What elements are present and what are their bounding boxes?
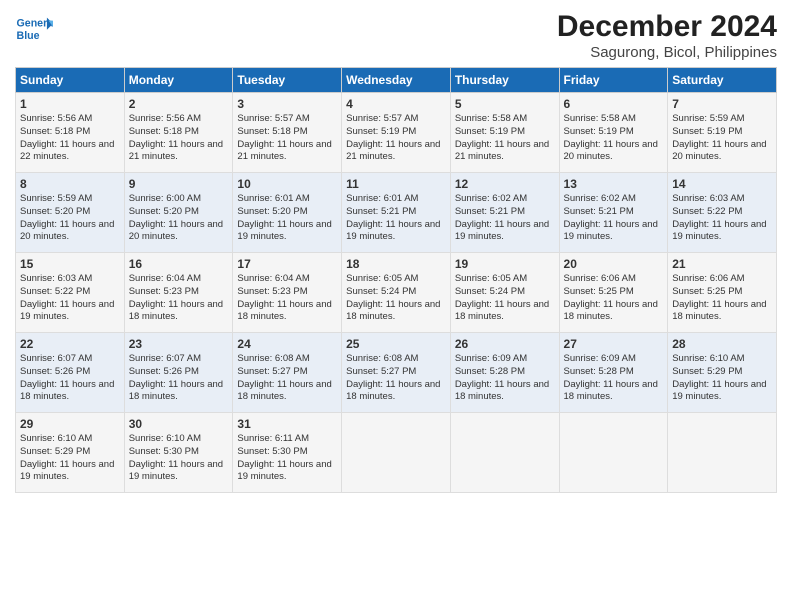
table-row: 28 Sunrise: 6:10 AM Sunset: 5:29 PM Dayl…: [668, 333, 777, 413]
calendar-table: Sunday Monday Tuesday Wednesday Thursday…: [15, 67, 777, 493]
table-row: 5 Sunrise: 5:58 AM Sunset: 5:19 PM Dayli…: [450, 93, 559, 173]
table-row: 6 Sunrise: 5:58 AM Sunset: 5:19 PM Dayli…: [559, 93, 668, 173]
col-monday: Monday: [124, 68, 233, 93]
table-row: 22 Sunrise: 6:07 AM Sunset: 5:26 PM Dayl…: [16, 333, 125, 413]
table-row: 13 Sunrise: 6:02 AM Sunset: 5:21 PM Dayl…: [559, 173, 668, 253]
col-wednesday: Wednesday: [342, 68, 451, 93]
logo: General Blue: [15, 10, 57, 48]
table-row: 29 Sunrise: 6:10 AM Sunset: 5:29 PM Dayl…: [16, 413, 125, 493]
header: General Blue December 2024 Sagurong, Bic…: [15, 10, 777, 61]
table-row: 18 Sunrise: 6:05 AM Sunset: 5:24 PM Dayl…: [342, 253, 451, 333]
table-row: 17 Sunrise: 6:04 AM Sunset: 5:23 PM Dayl…: [233, 253, 342, 333]
empty-cell: [559, 413, 668, 493]
table-row: 16 Sunrise: 6:04 AM Sunset: 5:23 PM Dayl…: [124, 253, 233, 333]
table-row: 15 Sunrise: 6:03 AM Sunset: 5:22 PM Dayl…: [16, 253, 125, 333]
title-area: December 2024 Sagurong, Bicol, Philippin…: [557, 10, 777, 61]
header-row: Sunday Monday Tuesday Wednesday Thursday…: [16, 68, 777, 93]
table-row: 12 Sunrise: 6:02 AM Sunset: 5:21 PM Dayl…: [450, 173, 559, 253]
table-row: 21 Sunrise: 6:06 AM Sunset: 5:25 PM Dayl…: [668, 253, 777, 333]
col-sunday: Sunday: [16, 68, 125, 93]
calendar-week: 8 Sunrise: 5:59 AM Sunset: 5:20 PM Dayli…: [16, 173, 777, 253]
table-row: 26 Sunrise: 6:09 AM Sunset: 5:28 PM Dayl…: [450, 333, 559, 413]
table-row: 24 Sunrise: 6:08 AM Sunset: 5:27 PM Dayl…: [233, 333, 342, 413]
table-row: 8 Sunrise: 5:59 AM Sunset: 5:20 PM Dayli…: [16, 173, 125, 253]
table-row: 31 Sunrise: 6:11 AM Sunset: 5:30 PM Dayl…: [233, 413, 342, 493]
col-friday: Friday: [559, 68, 668, 93]
col-tuesday: Tuesday: [233, 68, 342, 93]
logo-svg: General Blue: [15, 10, 53, 48]
main-title: December 2024: [557, 10, 777, 44]
table-row: 7 Sunrise: 5:59 AM Sunset: 5:19 PM Dayli…: [668, 93, 777, 173]
subtitle: Sagurong, Bicol, Philippines: [557, 44, 777, 61]
table-row: 27 Sunrise: 6:09 AM Sunset: 5:28 PM Dayl…: [559, 333, 668, 413]
table-row: 10 Sunrise: 6:01 AM Sunset: 5:20 PM Dayl…: [233, 173, 342, 253]
calendar-week: 1 Sunrise: 5:56 AM Sunset: 5:18 PM Dayli…: [16, 93, 777, 173]
table-row: 2 Sunrise: 5:56 AM Sunset: 5:18 PM Dayli…: [124, 93, 233, 173]
table-row: 30 Sunrise: 6:10 AM Sunset: 5:30 PM Dayl…: [124, 413, 233, 493]
table-row: 1 Sunrise: 5:56 AM Sunset: 5:18 PM Dayli…: [16, 93, 125, 173]
table-row: 9 Sunrise: 6:00 AM Sunset: 5:20 PM Dayli…: [124, 173, 233, 253]
svg-text:Blue: Blue: [17, 30, 40, 42]
empty-cell: [668, 413, 777, 493]
col-thursday: Thursday: [450, 68, 559, 93]
table-row: 3 Sunrise: 5:57 AM Sunset: 5:18 PM Dayli…: [233, 93, 342, 173]
table-row: 14 Sunrise: 6:03 AM Sunset: 5:22 PM Dayl…: [668, 173, 777, 253]
empty-cell: [450, 413, 559, 493]
table-row: 4 Sunrise: 5:57 AM Sunset: 5:19 PM Dayli…: [342, 93, 451, 173]
table-row: 23 Sunrise: 6:07 AM Sunset: 5:26 PM Dayl…: [124, 333, 233, 413]
calendar-week: 15 Sunrise: 6:03 AM Sunset: 5:22 PM Dayl…: [16, 253, 777, 333]
empty-cell: [342, 413, 451, 493]
calendar-week: 22 Sunrise: 6:07 AM Sunset: 5:26 PM Dayl…: [16, 333, 777, 413]
calendar-week: 29 Sunrise: 6:10 AM Sunset: 5:29 PM Dayl…: [16, 413, 777, 493]
table-row: 25 Sunrise: 6:08 AM Sunset: 5:27 PM Dayl…: [342, 333, 451, 413]
col-saturday: Saturday: [668, 68, 777, 93]
table-row: 19 Sunrise: 6:05 AM Sunset: 5:24 PM Dayl…: [450, 253, 559, 333]
table-row: 20 Sunrise: 6:06 AM Sunset: 5:25 PM Dayl…: [559, 253, 668, 333]
table-row: 11 Sunrise: 6:01 AM Sunset: 5:21 PM Dayl…: [342, 173, 451, 253]
page-container: General Blue December 2024 Sagurong, Bic…: [0, 0, 792, 503]
